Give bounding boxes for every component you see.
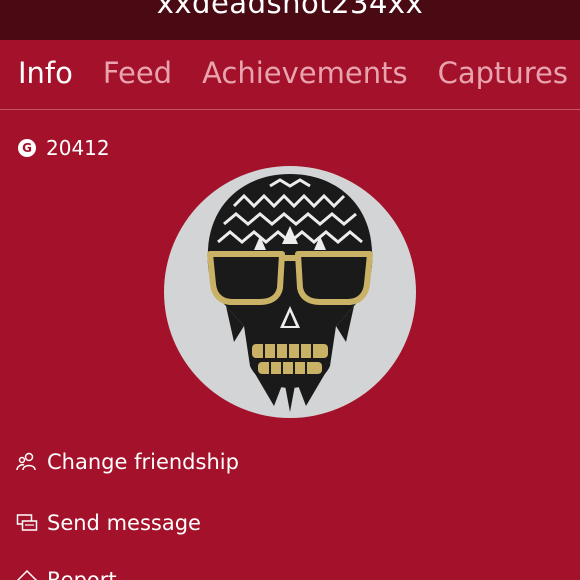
skull-avatar-image: [207, 174, 373, 412]
tab-feed[interactable]: Feed: [103, 56, 172, 90]
message-icon: [16, 512, 38, 534]
tab-captures[interactable]: Captures: [438, 56, 568, 90]
send-message-button[interactable]: Send message: [16, 511, 201, 535]
avatar[interactable]: [164, 166, 416, 418]
profile-tabs: Info Feed Achievements Captures: [18, 56, 580, 100]
gamerscore-icon: G: [18, 139, 36, 157]
report-button[interactable]: Report: [16, 568, 117, 580]
report-label: Report: [47, 568, 117, 580]
profile-screen: xxdeadshot234xx Info Feed Achievements C…: [0, 0, 580, 580]
change-friendship-button[interactable]: Change friendship: [16, 450, 239, 474]
tab-info[interactable]: Info: [18, 56, 73, 90]
send-message-label: Send message: [47, 511, 201, 535]
friendship-icon: [16, 451, 38, 473]
tab-divider: [0, 109, 580, 110]
tab-achievements[interactable]: Achievements: [202, 56, 408, 90]
change-friendship-label: Change friendship: [47, 450, 239, 474]
title-bar: xxdeadshot234xx: [0, 0, 580, 40]
gamerscore-value: 20412: [46, 136, 110, 160]
gamertag-title: xxdeadshot234xx: [156, 0, 424, 20]
gamerscore: G 20412: [18, 135, 110, 161]
report-icon: [16, 569, 38, 580]
